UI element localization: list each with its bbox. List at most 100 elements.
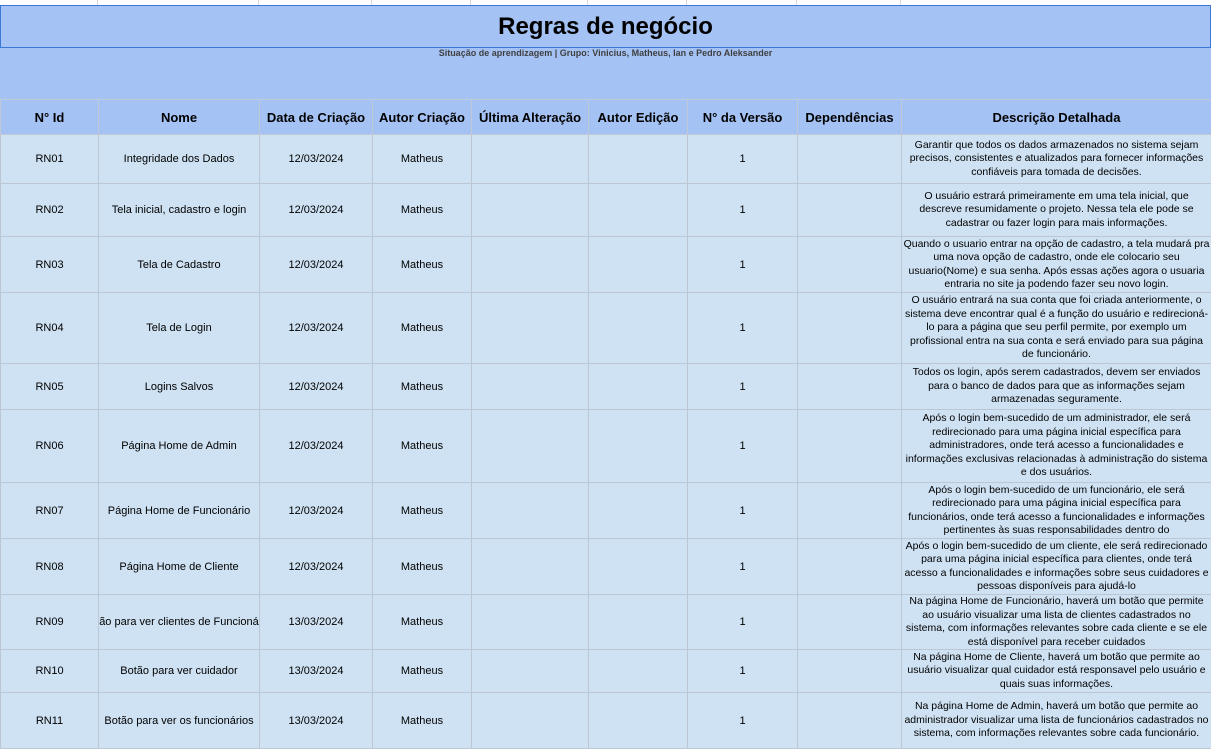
cell-autor-criacao[interactable]: Matheus [372,363,472,410]
cell-data-criacao[interactable]: 12/03/2024 [259,292,373,364]
cell-autor-edicao[interactable] [588,236,688,293]
cell-autor-criacao[interactable]: Matheus [372,482,472,539]
cell-nome[interactable]: ão para ver clientes de Funcioná [98,594,260,650]
cell-dependencias[interactable] [797,594,902,650]
cell-id[interactable]: RN11 [0,692,99,749]
cell-versao[interactable]: 1 [687,692,798,749]
cell-descricao[interactable]: Garantir que todos os dados armazenados … [901,134,1211,184]
cell-id[interactable]: RN07 [0,482,99,539]
cell-descricao[interactable]: Na página Home de Funcionário, haverá um… [901,594,1211,650]
cell-versao[interactable]: 1 [687,409,798,483]
cell-nome[interactable]: Página Home de Funcionário [98,482,260,539]
col-header-autor-edicao[interactable]: Autor Edição [588,99,688,135]
cell-versao[interactable]: 1 [687,594,798,650]
cell-versao[interactable]: 1 [687,236,798,293]
col-header-ultima-alteracao[interactable]: Última Alteração [471,99,589,135]
cell-autor-criacao[interactable]: Matheus [372,409,472,483]
cell-id[interactable]: RN06 [0,409,99,483]
col-header-autor-criacao[interactable]: Autor Criação [372,99,472,135]
cell-autor-edicao[interactable] [588,183,688,237]
cell-descricao[interactable]: Após o login bem-sucedido de um cliente,… [901,538,1211,595]
cell-dependencias[interactable] [797,236,902,293]
cell-ultima-alteracao[interactable] [471,134,589,184]
cell-dependencias[interactable] [797,538,902,595]
cell-descricao[interactable]: O usuário estrará primeiramente em uma t… [901,183,1211,237]
col-header-dependencias[interactable]: Dependências [797,99,902,135]
cell-autor-criacao[interactable]: Matheus [372,183,472,237]
cell-id[interactable]: RN04 [0,292,99,364]
cell-autor-criacao[interactable]: Matheus [372,649,472,693]
cell-versao[interactable]: 1 [687,482,798,539]
cell-versao[interactable]: 1 [687,183,798,237]
cell-id[interactable]: RN09 [0,594,99,650]
cell-dependencias[interactable] [797,363,902,410]
col-header-id[interactable]: N° Id [0,99,99,135]
cell-ultima-alteracao[interactable] [471,409,589,483]
cell-nome[interactable]: Botão para ver os funcionários [98,692,260,749]
cell-descricao[interactable]: Quando o usuario entrar na opção de cada… [901,236,1211,293]
cell-descricao[interactable]: Na página Home de Cliente, haverá um bot… [901,649,1211,693]
cell-id[interactable]: RN03 [0,236,99,293]
cell-id[interactable]: RN08 [0,538,99,595]
cell-autor-criacao[interactable]: Matheus [372,594,472,650]
col-header-data-criacao[interactable]: Data de Criação [259,99,373,135]
cell-nome[interactable]: Integridade dos Dados [98,134,260,184]
cell-data-criacao[interactable]: 12/03/2024 [259,409,373,483]
cell-versao[interactable]: 1 [687,292,798,364]
cell-nome[interactable]: Logins Salvos [98,363,260,410]
cell-autor-edicao[interactable] [588,134,688,184]
cell-dependencias[interactable] [797,692,902,749]
cell-autor-criacao[interactable]: Matheus [372,292,472,364]
cell-id[interactable]: RN01 [0,134,99,184]
cell-id[interactable]: RN05 [0,363,99,410]
cell-dependencias[interactable] [797,482,902,539]
cell-autor-criacao[interactable]: Matheus [372,538,472,595]
cell-data-criacao[interactable]: 13/03/2024 [259,594,373,650]
cell-dependencias[interactable] [797,649,902,693]
cell-descricao[interactable]: O usuário entrará na sua conta que foi c… [901,292,1211,364]
cell-data-criacao[interactable]: 12/03/2024 [259,363,373,410]
cell-autor-edicao[interactable] [588,292,688,364]
col-header-descricao[interactable]: Descrição Detalhada [901,99,1211,135]
cell-autor-edicao[interactable] [588,538,688,595]
cell-dependencias[interactable] [797,134,902,184]
cell-ultima-alteracao[interactable] [471,594,589,650]
cell-ultima-alteracao[interactable] [471,482,589,539]
cell-autor-edicao[interactable] [588,649,688,693]
cell-nome[interactable]: Página Home de Cliente [98,538,260,595]
cell-autor-edicao[interactable] [588,692,688,749]
cell-autor-criacao[interactable]: Matheus [372,134,472,184]
cell-descricao[interactable]: Após o login bem-sucedido de um administ… [901,409,1211,483]
cell-dependencias[interactable] [797,292,902,364]
cell-autor-edicao[interactable] [588,482,688,539]
cell-id[interactable]: RN02 [0,183,99,237]
sheet-subtitle[interactable]: Situação de aprendizagem | Grupo: Vinici… [0,48,1211,58]
cell-data-criacao[interactable]: 12/03/2024 [259,183,373,237]
cell-versao[interactable]: 1 [687,649,798,693]
cell-data-criacao[interactable]: 13/03/2024 [259,692,373,749]
cell-nome[interactable]: Botão para ver cuidador [98,649,260,693]
cell-versao[interactable]: 1 [687,363,798,410]
cell-autor-criacao[interactable]: Matheus [372,692,472,749]
cell-versao[interactable]: 1 [687,538,798,595]
cell-autor-criacao[interactable]: Matheus [372,236,472,293]
sheet-title[interactable]: Regras de negócio [0,5,1211,48]
cell-descricao[interactable]: Após o login bem-sucedido de um funcioná… [901,482,1211,539]
cell-data-criacao[interactable]: 12/03/2024 [259,236,373,293]
cell-autor-edicao[interactable] [588,409,688,483]
cell-dependencias[interactable] [797,183,902,237]
cell-data-criacao[interactable]: 12/03/2024 [259,134,373,184]
cell-ultima-alteracao[interactable] [471,292,589,364]
cell-descricao[interactable]: Todos os login, após serem cadastrados, … [901,363,1211,410]
cell-nome[interactable]: Tela de Login [98,292,260,364]
cell-dependencias[interactable] [797,409,902,483]
cell-id[interactable]: RN10 [0,649,99,693]
cell-versao[interactable]: 1 [687,134,798,184]
cell-nome[interactable]: Tela de Cadastro [98,236,260,293]
col-header-versao[interactable]: N° da Versão [687,99,798,135]
cell-data-criacao[interactable]: 12/03/2024 [259,482,373,539]
cell-ultima-alteracao[interactable] [471,183,589,237]
cell-nome[interactable]: Tela inicial, cadastro e login [98,183,260,237]
cell-data-criacao[interactable]: 12/03/2024 [259,538,373,595]
cell-descricao[interactable]: Na página Home de Admin, haverá um botão… [901,692,1211,749]
